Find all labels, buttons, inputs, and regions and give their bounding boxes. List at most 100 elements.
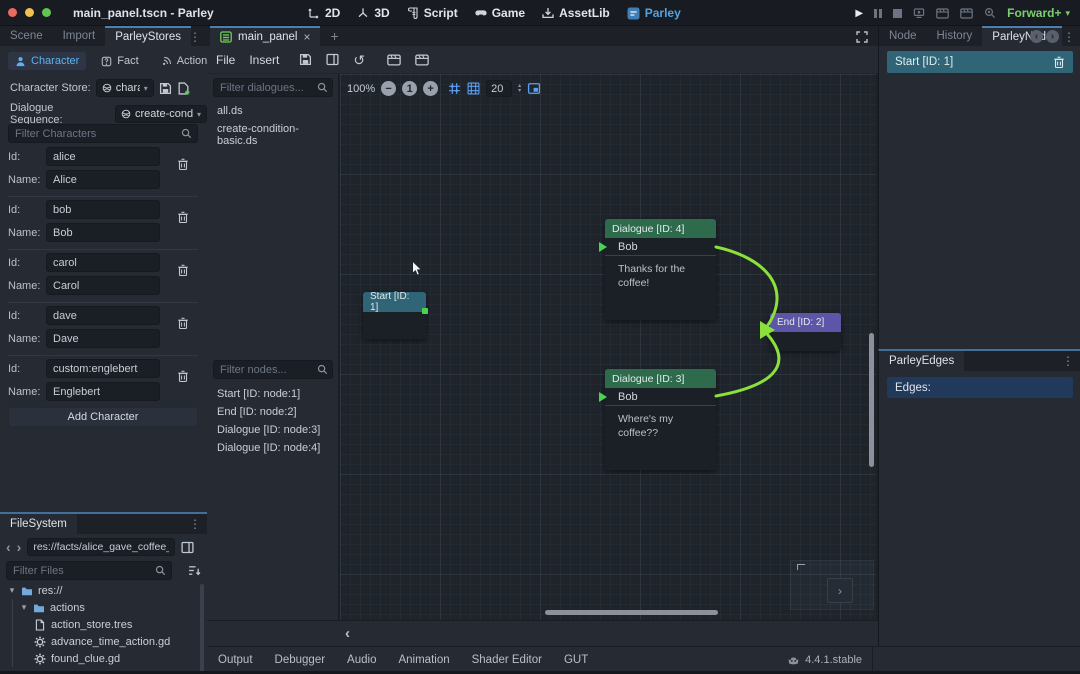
bottom-tab-output[interactable]: Output (207, 654, 264, 666)
tree-item-folder[interactable]: ▾ res:// (0, 582, 200, 599)
output-port[interactable] (422, 308, 428, 314)
collapse-side-panel-icon[interactable]: ‹ (345, 625, 350, 642)
tab-node[interactable]: Node (879, 26, 927, 46)
save-dialogue-icon[interactable] (299, 53, 312, 66)
current-path-field[interactable] (27, 538, 175, 556)
hscroll-thumb[interactable] (545, 610, 718, 615)
tab-parleystores[interactable]: ParleyStores (105, 26, 191, 46)
minimap-collapse-button[interactable]: › (827, 578, 853, 603)
zoom-out-button[interactable]: − (381, 81, 396, 96)
dock-options-icon[interactable]: ⋮ (1063, 30, 1075, 44)
node-list-item[interactable]: End [ID: node:2] (207, 403, 339, 421)
pause-button[interactable] (874, 9, 882, 18)
history-forward-icon[interactable]: › (17, 539, 22, 555)
tree-item-file[interactable]: action_store.tres (0, 616, 200, 633)
minimap-toggle-icon[interactable] (527, 82, 541, 95)
zoom-in-button[interactable]: + (423, 81, 438, 96)
stop-button[interactable] (893, 9, 902, 18)
filter-nodes-input[interactable] (213, 360, 333, 379)
workspace-3d[interactable]: 3D (357, 6, 389, 20)
tab-filesystem[interactable]: FileSystem (0, 514, 77, 534)
maximize-window-button[interactable] (42, 8, 51, 17)
distraction-free-icon[interactable] (856, 31, 868, 43)
delete-character-button[interactable] (172, 370, 194, 383)
bottom-tab-animation[interactable]: Animation (387, 654, 460, 666)
collapse-caret-icon[interactable]: ▾ (20, 602, 28, 613)
workspace-script[interactable]: Script (407, 6, 458, 20)
remote-debug-icon[interactable] (913, 7, 925, 19)
profiler-icon[interactable] (984, 7, 996, 19)
tree-item-file[interactable]: advance_time_action.gd (0, 633, 200, 650)
workspace-assetlib[interactable]: AssetLib (542, 6, 610, 20)
zoom-reset-button[interactable]: 1 (402, 81, 417, 96)
dialogue-sequence-dropdown[interactable]: create-conditi ▾ (115, 105, 207, 123)
movie-writer-icon[interactable] (960, 8, 973, 19)
delete-character-button[interactable] (172, 211, 194, 224)
character-name-field[interactable] (46, 276, 160, 295)
delete-character-button[interactable] (172, 264, 194, 277)
dock-options-icon[interactable]: ⋮ (189, 517, 201, 531)
test-dialogue-icon[interactable] (387, 54, 401, 66)
store-tab-action[interactable]: Action (154, 52, 215, 70)
save-store-icon[interactable] (159, 82, 172, 95)
tab-parleyedges[interactable]: ParleyEdges (879, 351, 964, 371)
delete-character-button[interactable] (172, 158, 194, 171)
history-back-icon[interactable]: ‹ (6, 539, 11, 555)
delete-character-button[interactable] (172, 317, 194, 330)
add-character-button[interactable]: Add Character (8, 407, 198, 427)
snap-distance-field[interactable] (486, 80, 512, 97)
tab-history[interactable]: History (927, 26, 983, 46)
character-id-field[interactable] (46, 200, 160, 219)
store-tab-character[interactable]: Character (8, 52, 86, 70)
node-list-item[interactable]: Dialogue [ID: node:3] (207, 421, 339, 439)
workspace-parley[interactable]: Parley (627, 6, 681, 20)
dock-options-icon[interactable]: ⋮ (1062, 354, 1074, 368)
edges-header-row[interactable]: Edges: (887, 377, 1073, 398)
graph-vscrollbar[interactable] (869, 74, 874, 620)
tab-main-panel[interactable]: main_panel × (210, 26, 320, 46)
graph-node-start[interactable]: Start [ID: 1] (363, 292, 426, 339)
character-id-field[interactable] (46, 306, 160, 325)
close-window-button[interactable] (8, 8, 17, 17)
character-id-field[interactable] (46, 147, 160, 166)
new-tab-button[interactable]: + (320, 26, 348, 46)
tree-item-file[interactable]: found_clue.gd (0, 650, 200, 667)
character-name-field[interactable] (46, 329, 160, 348)
character-name-field[interactable] (46, 382, 160, 401)
snap-toggle-icon[interactable] (448, 82, 461, 95)
play-button[interactable]: ▶ (855, 8, 863, 19)
workspace-2d[interactable]: 2D (308, 6, 340, 20)
selected-node-row[interactable]: Start [ID: 1] (887, 51, 1073, 73)
sort-files-icon[interactable] (188, 564, 201, 577)
store-tab-fact[interactable]: Fact (94, 52, 145, 70)
split-view-icon[interactable] (181, 541, 194, 554)
dialogue-file-item[interactable]: all.ds (207, 102, 339, 120)
insert-menu[interactable]: Insert (249, 53, 279, 67)
character-store-dropdown[interactable]: charact ▾ (96, 79, 154, 97)
bottom-tab-debugger[interactable]: Debugger (264, 654, 337, 666)
filter-files-input[interactable] (6, 561, 172, 580)
grid-toggle-icon[interactable] (467, 82, 480, 95)
collapse-caret-icon[interactable]: ▾ (8, 585, 16, 596)
back-icon[interactable]: ‹ (1030, 30, 1043, 43)
character-name-field[interactable] (46, 170, 160, 189)
node-list-item[interactable]: Start [ID: node:1] (207, 385, 339, 403)
graph-node-dialogue-3[interactable]: Dialogue [ID: 3] Bob Where's my coffee?? (605, 369, 716, 470)
minimize-window-button[interactable] (25, 8, 34, 17)
test-dialogue-from-node-icon[interactable] (415, 54, 429, 66)
character-id-field[interactable] (46, 253, 160, 272)
dialogue-graph-canvas[interactable]: 100% − 1 + ▴▾ Start [ID: 1] Dialogue [ID… (340, 74, 876, 620)
graph-hscrollbar[interactable] (340, 610, 876, 615)
new-store-icon[interactable] (177, 82, 190, 95)
export-dialogue-icon[interactable] (326, 53, 339, 66)
bottom-tab-gut[interactable]: GUT (553, 654, 599, 666)
graph-minimap[interactable]: › (790, 560, 874, 610)
filter-dialogues-input[interactable] (213, 78, 333, 97)
movie-maker-icon[interactable] (936, 8, 949, 19)
dock-options-icon[interactable]: ⋮ (189, 30, 201, 44)
snap-spinner[interactable]: ▴▾ (518, 84, 521, 94)
file-menu[interactable]: File (216, 53, 235, 67)
undo-icon[interactable]: ↺ (353, 55, 365, 65)
close-tab-icon[interactable]: × (303, 30, 310, 44)
dialogue-file-item[interactable]: create-condition-basic.ds (207, 120, 339, 150)
